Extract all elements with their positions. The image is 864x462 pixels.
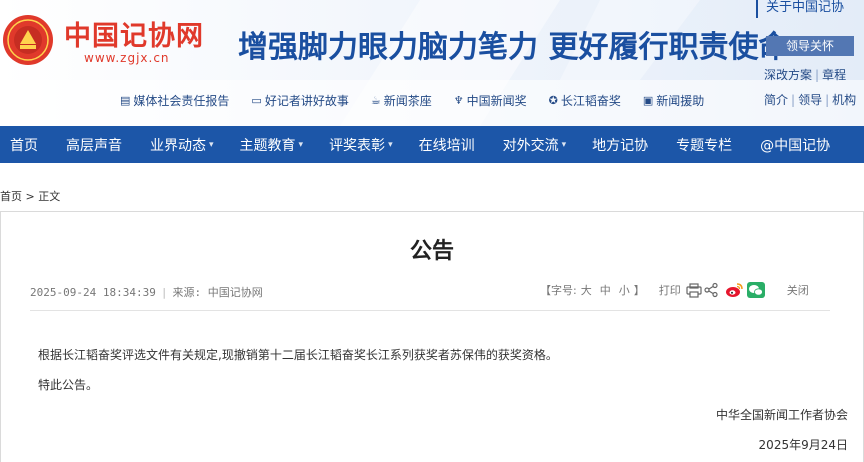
side-link-structure[interactable]: 机构 [832,93,856,107]
breadcrumb-current: 正文 [38,190,61,203]
nav-item-label: 地方记协 [592,137,649,154]
font-size-medium[interactable]: 中 [600,282,611,298]
logo-url: www.zgjx.cn [84,51,170,65]
leader-care-button[interactable]: 领导关怀 [766,36,854,56]
nav-item-label: 首页 [10,137,38,154]
feature-link-changjiang-award[interactable]: ✪ 长江韬奋奖 [549,92,621,109]
nav-item-online-training[interactable]: 在线培训 [419,126,475,163]
feature-link-china-news-award[interactable]: ♆ 中国新闻奖 [454,92,527,109]
breadcrumb: 首页 > 正文 [0,188,60,204]
side-link-intro[interactable]: 简介 [764,93,788,107]
close-link[interactable]: 关闭 [787,282,809,298]
print-share-icon[interactable] [685,282,719,298]
article-meta: 2025-09-24 18:34:39 | 来源: 中国记协网 【字号: 大 中 小… [30,282,830,300]
font-size-suffix: 】 [633,284,645,297]
article-paragraph: 根据长江韬奋奖评选文件有关规定,现撤销第十二届长江韬奋奖长江系列获奖者苏保伟的获… [38,348,558,362]
feature-link-news-aid[interactable]: ▣ 新闻援助 [643,92,704,109]
nav-item-label: 业界动态 [150,137,206,154]
nav-item-local-associations[interactable]: 地方记协 [592,126,648,163]
feature-link-good-journalist[interactable]: ▭ 好记者讲好故事 [251,92,348,109]
nav-item-label: 高层声音 [66,137,122,154]
font-size-small[interactable]: 小 [619,282,630,298]
header-slogan: 增强脚力眼力脑力笔力 更好履行职责使命 [238,30,789,65]
medal-icon: ✪ [548,94,558,107]
chevron-down-icon: ▾ [298,139,304,150]
meta-divider-bar: | [160,286,168,299]
font-size-prefix: 【字号: [540,284,577,297]
nav-item-label: @中国记协 [760,137,831,154]
nav-item-label: 对外交流 [502,137,559,154]
teacup-icon: ☕ [370,94,381,107]
nav-item-label: 专题专栏 [676,137,733,154]
chevron-down-icon: ▾ [388,139,393,150]
feature-link-social-report[interactable]: ▤ 媒体社会责任报告 [120,92,229,109]
logo-title[interactable]: 中国记协网 [64,14,204,53]
feature-link-news-teahouse[interactable]: ☕ 新闻茶座 [371,92,432,109]
wechat-icon[interactable] [746,282,765,298]
weibo-icon[interactable] [725,282,743,298]
feature-link-label: 好记者讲好故事 [264,94,349,108]
speech-icon: ▭ [251,94,262,107]
nav-item-special-topics[interactable]: 专题专栏 [676,126,732,163]
article-source-value: 中国记协网 [207,286,263,299]
feature-link-label: 新闻茶座 [383,94,432,108]
about-link[interactable]: 关于中国记协 [756,0,844,18]
nav-item-label: 评奖表彰 [329,137,386,154]
side-link-divider: | [825,93,830,107]
site-header: 中国记协网 www.zgjx.cn 增强脚力眼力脑力笔力 更好履行职责使命 ▤ … [0,0,864,126]
side-link-charter[interactable]: 章程 [822,68,846,82]
trophy-icon: ♆ [453,94,464,107]
article-title: 公告 [409,239,454,264]
article-datetime: 2025-09-24 18:34:39 [30,286,156,299]
nav-item-industry-news[interactable]: 业界动态 ▾ [150,126,214,163]
feature-link-label: 长江韬奋奖 [560,94,621,108]
breadcrumb-home[interactable]: 首页 [0,190,22,203]
side-links-row-1: 深改方案 | 章程 [764,66,846,83]
logo-seal-icon[interactable] [2,14,54,66]
nav-item-foreign-exchange[interactable]: 对外交流 ▾ [503,126,567,163]
feature-link-label: 媒体社会责任报告 [133,94,230,108]
article-meta-left: 2025-09-24 18:34:39 | 来源: 中国记协网 [30,284,263,300]
print-link[interactable]: 打印 [659,282,681,298]
chevron-down-icon: ▾ [209,139,214,150]
side-link-divider: | [791,93,796,107]
article-tools: 【字号: 大 中 小 】 打印 关闭 [540,282,809,298]
side-link-leaders[interactable]: 领导 [798,93,822,107]
chevron-down-icon: ▾ [561,139,567,150]
feature-link-label: 中国新闻奖 [466,94,527,108]
aid-icon: ▣ [642,94,654,107]
nav-item-theme-education[interactable]: 主题教育 ▾ [240,126,304,163]
side-links-row-2: 简介 | 领导 | 机构 [764,91,856,108]
breadcrumb-separator: > [25,190,35,203]
side-link-divider: | [815,68,820,82]
font-size-large[interactable]: 大 [581,282,592,298]
signature-organization: 中华全国新闻工作者协会 [715,408,848,422]
side-link-reform-plan[interactable]: 深改方案 [764,68,812,82]
report-icon: ▤ [120,94,131,107]
nav-item-at-zgjx[interactable]: @中国记协 [760,126,830,163]
main-nav: 首页 高层声音 业界动态 ▾ 主题教育 ▾ 评奖表彰 ▾ 在线培训 对外交流 ▾ 地方记… [0,126,864,163]
nav-item-awards[interactable]: 评奖表彰 ▾ [329,126,393,163]
article-paragraph: 特此公告。 [38,378,99,392]
nav-item-home[interactable]: 首页 [10,126,38,163]
article-source-label: 来源: [172,286,202,299]
meta-divider [30,310,830,311]
feature-links: ▤ 媒体社会责任报告 ▭ 好记者讲好故事 ☕ 新闻茶座 ♆ 中国新闻奖 ✪ 长江… [120,92,726,109]
nav-item-label: 在线培训 [418,137,475,154]
signature-date: 2025年9月24日 [758,438,848,452]
feature-link-label: 新闻援助 [656,94,705,108]
nav-item-label: 主题教育 [239,137,296,154]
nav-item-leadership-voice[interactable]: 高层声音 [66,126,122,163]
